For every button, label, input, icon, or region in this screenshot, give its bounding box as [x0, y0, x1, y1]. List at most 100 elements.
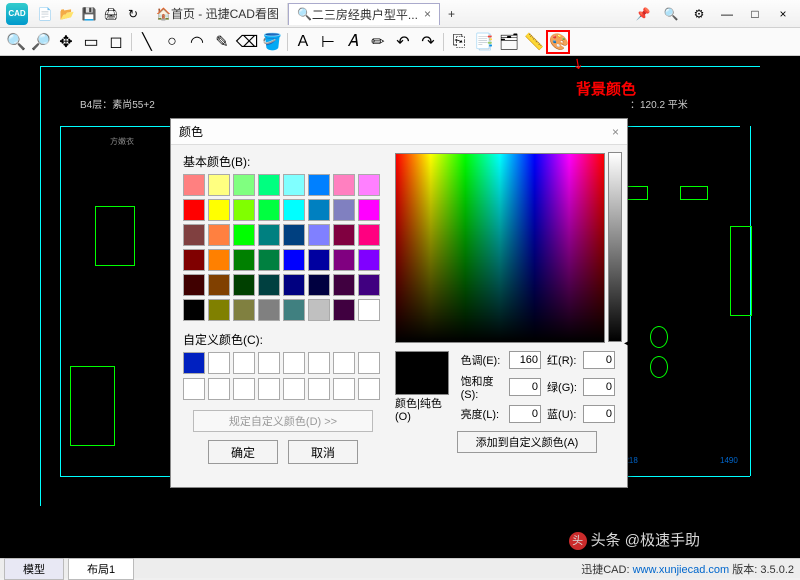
color-swatch[interactable]	[233, 249, 255, 271]
color-swatch[interactable]	[308, 224, 330, 246]
color-swatch[interactable]	[333, 199, 355, 221]
color-swatch[interactable]	[208, 174, 230, 196]
color-swatch[interactable]	[258, 299, 280, 321]
luminance-slider[interactable]	[608, 152, 622, 342]
arc-icon[interactable]: ◠	[187, 32, 207, 52]
color-swatch[interactable]	[233, 174, 255, 196]
pencil-icon[interactable]: ✎	[212, 32, 232, 52]
text-icon[interactable]: A	[293, 32, 313, 52]
erase-icon[interactable]: ⌫	[237, 32, 257, 52]
block-icon[interactable]: 🗂	[499, 32, 519, 52]
color-swatch[interactable]	[258, 224, 280, 246]
save-icon[interactable]: 💾	[80, 5, 98, 23]
close-window-icon[interactable]: ×	[774, 5, 792, 23]
color-swatch[interactable]	[333, 224, 355, 246]
redo-icon[interactable]: ↷	[418, 32, 438, 52]
open-icon[interactable]: 📂	[58, 5, 76, 23]
color-swatch[interactable]	[333, 174, 355, 196]
undo-icon[interactable]: ↶	[393, 32, 413, 52]
custom-swatch[interactable]	[358, 352, 380, 374]
custom-swatch[interactable]	[333, 352, 355, 374]
search2-icon[interactable]: 🔍	[662, 5, 680, 23]
color-swatch[interactable]	[308, 199, 330, 221]
custom-swatch[interactable]	[258, 378, 280, 400]
color-swatch[interactable]	[358, 249, 380, 271]
color-swatch[interactable]	[258, 249, 280, 271]
luminance-pointer-icon[interactable]: ◀	[624, 338, 632, 349]
custom-swatch[interactable]	[208, 378, 230, 400]
custom-swatch[interactable]	[208, 352, 230, 374]
custom-swatch[interactable]	[283, 352, 305, 374]
tab-home[interactable]: 🏠 首页 - 迅捷CAD看图	[148, 3, 288, 25]
color-swatch[interactable]	[358, 299, 380, 321]
green-input[interactable]	[583, 378, 615, 396]
dialog-close-icon[interactable]: ×	[612, 125, 619, 139]
color-swatch[interactable]	[258, 274, 280, 296]
color-swatch[interactable]	[233, 199, 255, 221]
paint-icon[interactable]: 🪣	[262, 32, 282, 52]
font-icon[interactable]: 𝐴	[343, 32, 363, 52]
lum-input[interactable]	[509, 405, 541, 423]
window-icon[interactable]: ◻	[106, 32, 126, 52]
color-swatch[interactable]	[283, 249, 305, 271]
color-swatch[interactable]	[208, 249, 230, 271]
color-swatch[interactable]	[308, 174, 330, 196]
status-url[interactable]: www.xunjiecad.com	[633, 564, 730, 576]
tab-layout1[interactable]: 布局1	[68, 558, 134, 580]
color-swatch[interactable]	[283, 299, 305, 321]
color-swatch[interactable]	[283, 274, 305, 296]
color-swatch[interactable]	[208, 224, 230, 246]
edit-icon[interactable]: ✏	[368, 32, 388, 52]
tab-add[interactable]: +	[440, 3, 463, 25]
color-swatch[interactable]	[183, 249, 205, 271]
color-swatch[interactable]	[233, 224, 255, 246]
color-swatch[interactable]	[308, 274, 330, 296]
color-swatch[interactable]	[358, 199, 380, 221]
new-icon[interactable]: 📄	[36, 5, 54, 23]
color-swatch[interactable]	[308, 299, 330, 321]
color-swatch[interactable]	[183, 299, 205, 321]
custom-swatch[interactable]	[233, 352, 255, 374]
color-swatch[interactable]	[283, 174, 305, 196]
custom-swatch[interactable]	[308, 352, 330, 374]
custom-swatch[interactable]	[358, 378, 380, 400]
dim-icon[interactable]: ⊢	[318, 32, 338, 52]
color-gradient[interactable]	[395, 153, 605, 343]
pin-icon[interactable]: 📌	[634, 5, 652, 23]
zoom-in-icon[interactable]: 🔍	[6, 32, 26, 52]
print-icon[interactable]: 🖨	[102, 5, 120, 23]
color-swatch[interactable]	[208, 299, 230, 321]
tab-file[interactable]: 🔍 二三房经典户型平... ×	[288, 3, 440, 25]
color-swatch[interactable]	[183, 274, 205, 296]
custom-swatch[interactable]	[283, 378, 305, 400]
sat-input[interactable]	[509, 378, 541, 396]
tab-close-icon[interactable]: ×	[424, 7, 431, 21]
color-swatch[interactable]	[283, 224, 305, 246]
color-swatch[interactable]	[233, 274, 255, 296]
red-input[interactable]	[583, 351, 615, 369]
color-swatch[interactable]	[283, 199, 305, 221]
maximize-icon[interactable]: □	[746, 5, 764, 23]
color-swatch[interactable]	[358, 174, 380, 196]
circle-icon[interactable]: ○	[162, 32, 182, 52]
color-swatch[interactable]	[233, 299, 255, 321]
zoom-out-icon[interactable]: 🔎	[31, 32, 51, 52]
settings-icon[interactable]: ⚙	[690, 5, 708, 23]
color-swatch[interactable]	[183, 174, 205, 196]
layers-icon[interactable]: 📑	[474, 32, 494, 52]
color-swatch[interactable]	[333, 249, 355, 271]
fit-icon[interactable]: ▭	[81, 32, 101, 52]
color-swatch[interactable]	[358, 274, 380, 296]
custom-swatch[interactable]	[183, 352, 205, 374]
add-custom-button[interactable]: 添加到自定义颜色(A)	[457, 431, 597, 453]
color-swatch[interactable]	[183, 199, 205, 221]
color-swatch[interactable]	[333, 274, 355, 296]
measure-icon[interactable]: 📏	[524, 32, 544, 52]
minimize-icon[interactable]: —	[718, 5, 736, 23]
custom-swatch[interactable]	[333, 378, 355, 400]
line-icon[interactable]: ╲	[137, 32, 157, 52]
custom-swatch[interactable]	[233, 378, 255, 400]
refresh-icon[interactable]: ↻	[124, 5, 142, 23]
ok-button[interactable]: 确定	[208, 440, 278, 464]
color-swatch[interactable]	[258, 174, 280, 196]
